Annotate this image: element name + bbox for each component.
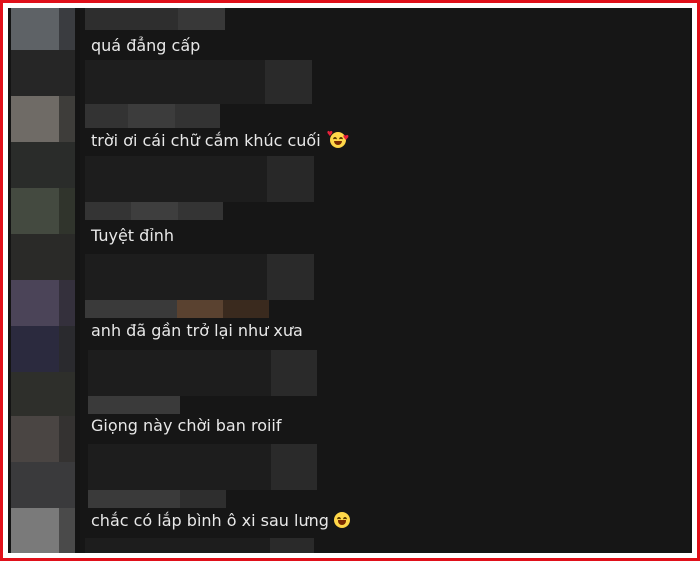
comment-text: Giọng này chời ban roiif bbox=[91, 416, 282, 436]
screenshot-frame: quá đẳng cấp trời ơi cái chữ cắm khúc cu… bbox=[0, 0, 700, 561]
blurred-actions bbox=[267, 156, 314, 202]
avatar[interactable] bbox=[11, 96, 59, 142]
avatar-blur-tile bbox=[11, 50, 75, 96]
comment-text-5: Giọng này chời ban roiif bbox=[91, 416, 282, 435]
avatar[interactable] bbox=[11, 416, 59, 462]
comment-text: Tuyệt đỉnh bbox=[91, 226, 174, 246]
avatar[interactable] bbox=[11, 8, 59, 50]
comment-text-3: Tuyệt đỉnh bbox=[91, 226, 175, 245]
blurred-actions bbox=[270, 538, 314, 553]
blurred-username bbox=[85, 300, 177, 318]
blurred-username bbox=[88, 490, 180, 508]
comment-text-6: chắc có lắp bình ô xi sau lưng bbox=[91, 511, 329, 530]
blurred-username bbox=[88, 396, 180, 414]
blurred-actions bbox=[271, 350, 317, 396]
avatar[interactable] bbox=[11, 508, 59, 553]
blurred-username bbox=[178, 8, 225, 30]
blurred-actions bbox=[265, 60, 312, 104]
comment-feed: quá đẳng cấp trời ơi cái chữ cắm khúc cu… bbox=[8, 8, 692, 553]
comment-text-2: trời ơi cái chữ cắm khúc cuối bbox=[91, 131, 321, 150]
comment-text: trời ơi cái chữ cắm khúc cuối ♥ ♥ bbox=[91, 131, 349, 151]
avatar-blur-tile bbox=[59, 96, 75, 142]
avatar-blur-tile bbox=[59, 326, 75, 372]
avatar-blur-tile bbox=[11, 462, 75, 508]
avatar-blur-tile bbox=[11, 372, 75, 416]
blurred-actions bbox=[267, 254, 314, 300]
blurred-username bbox=[177, 300, 223, 318]
smiling-face-with-hearts-icon: ♥ ♥ bbox=[327, 131, 349, 148]
avatar-blur-tile bbox=[59, 416, 75, 462]
avatar-blur-tile bbox=[11, 326, 59, 372]
blurred-username bbox=[128, 104, 175, 128]
comment-text: chắc có lắp bình ô xi sau lưng bbox=[91, 511, 350, 531]
laughing-face-icon bbox=[333, 512, 350, 528]
avatar-blur-tile bbox=[59, 508, 75, 553]
avatar-column bbox=[8, 8, 80, 553]
blurred-username bbox=[223, 300, 269, 318]
avatar[interactable] bbox=[11, 280, 59, 326]
avatar-blur-tile bbox=[59, 188, 75, 234]
avatar-blur-tile bbox=[11, 234, 75, 280]
avatar-blur-tile bbox=[59, 280, 75, 326]
blurred-username bbox=[131, 202, 178, 220]
avatar-blur-tile bbox=[59, 8, 75, 50]
comment-text-4: anh đã gần trở lại như xưa bbox=[91, 321, 303, 340]
comment-text-1: quá đẳng cấp bbox=[91, 36, 201, 55]
blurred-username bbox=[180, 490, 226, 508]
comment-text: quá đẳng cấp bbox=[91, 36, 200, 56]
avatar-blur-tile bbox=[11, 142, 75, 188]
avatar[interactable] bbox=[11, 188, 59, 234]
comment-text: anh đã gần trở lại như xưa bbox=[91, 321, 303, 341]
blurred-actions bbox=[271, 444, 317, 490]
